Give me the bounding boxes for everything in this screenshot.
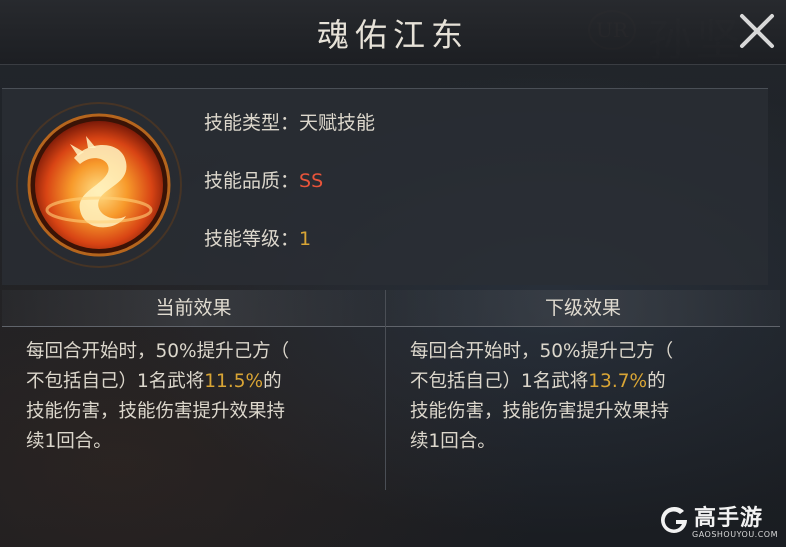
watermark-domain: GAOSHOUYOU.COM: [692, 530, 779, 539]
skill-quality-label: 技能品质：: [204, 170, 300, 192]
skill-type-row: 技能类型：天赋技能: [204, 108, 375, 135]
watermark-name: 高手游: [694, 506, 764, 531]
current-effect-line: 技能伤害，技能伤害提升效果持: [26, 401, 286, 422]
skill-quality-row: 技能品质：SS: [204, 166, 323, 193]
current-effect-line: 不包括自己）1名武将11.5%的: [26, 371, 282, 392]
current-effect-line: 续1回合。: [26, 431, 112, 452]
current-effect-value: 11.5%: [204, 371, 264, 392]
title-bar: 魂佑江东: [0, 0, 786, 65]
next-effect-line: 续1回合。: [410, 431, 496, 452]
skill-level-row: 技能等级：1: [204, 224, 311, 251]
skill-type-value: 天赋技能: [299, 112, 376, 134]
skill-quality-value: SS: [299, 170, 324, 192]
current-effect-line: 每回合开始时，50%提升己方（: [26, 341, 290, 362]
gaoshouyou-logo-icon: [661, 506, 687, 533]
dialog-title: 魂佑江东: [316, 16, 469, 54]
dragon-emblem-icon: [16, 102, 182, 268]
skill-level-label: 技能等级：: [204, 228, 300, 250]
close-button[interactable]: [734, 8, 780, 54]
next-effect-header: 下级效果: [386, 290, 780, 327]
next-effect-text: 每回合开始时，50%提升己方（ 不包括自己）1名武将13.7%的 技能伤害，技能…: [386, 327, 780, 457]
next-effect-line: 不包括自己）1名武将13.7%的: [410, 371, 666, 392]
next-effect-value: 13.7%: [588, 371, 648, 392]
current-effect-column: 当前效果 每回合开始时，50%提升己方（ 不包括自己）1名武将11.5%的 技能…: [2, 290, 385, 490]
effects-panel: 当前效果 每回合开始时，50%提升己方（ 不包括自己）1名武将11.5%的 技能…: [2, 290, 780, 500]
next-effect-line: 每回合开始时，50%提升己方（: [410, 341, 674, 362]
current-effect-header: 当前效果: [2, 290, 385, 327]
current-effect-text: 每回合开始时，50%提升己方（ 不包括自己）1名武将11.5%的 技能伤害，技能…: [2, 327, 385, 457]
close-icon: [740, 14, 774, 48]
next-effect-column: 下级效果 每回合开始时，50%提升己方（ 不包括自己）1名武将13.7%的 技能…: [386, 290, 780, 490]
skill-level-value: 1: [299, 228, 312, 250]
site-watermark: 高手游 GAOSHOUYOU.COM: [658, 500, 782, 544]
next-effect-line: 技能伤害，技能伤害提升效果持: [410, 401, 670, 422]
skill-type-label: 技能类型：: [204, 112, 300, 134]
skill-icon: [14, 100, 184, 270]
